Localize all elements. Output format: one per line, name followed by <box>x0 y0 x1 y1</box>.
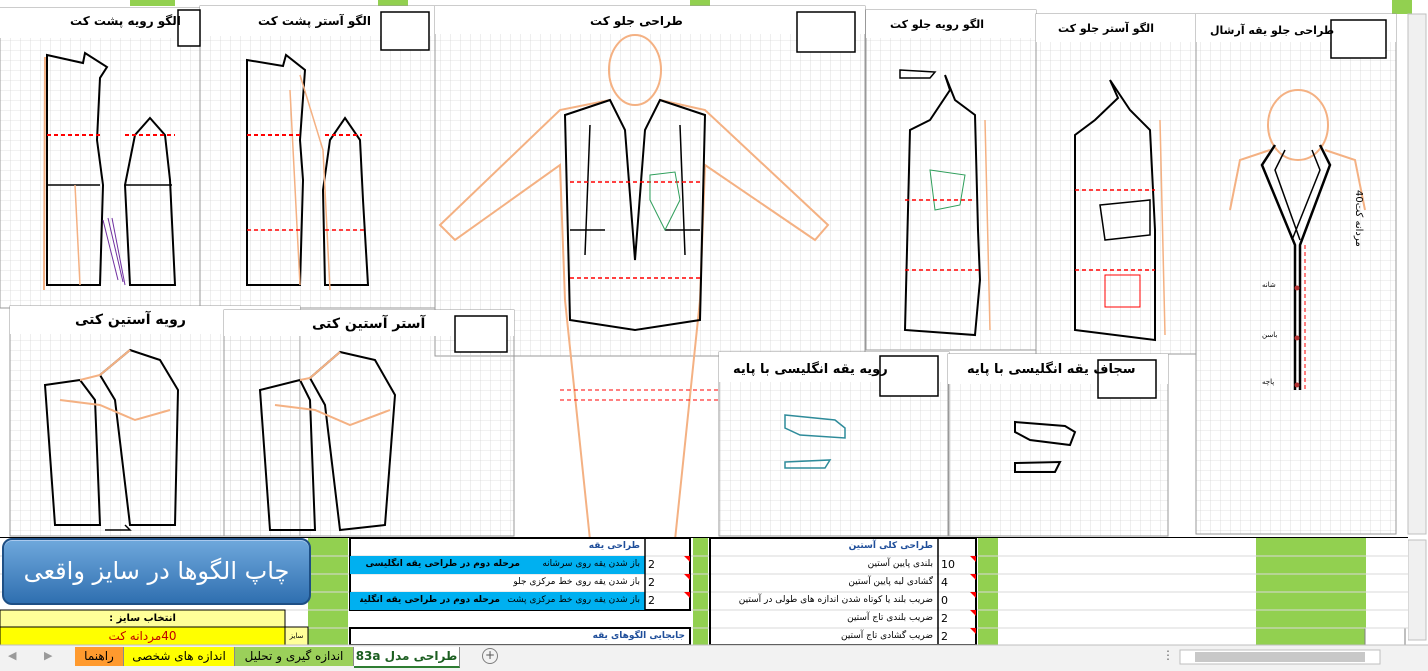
tab-more-icon[interactable]: ⋮ <box>1162 648 1174 662</box>
collar-table-footer: جابجایی الگوهای یقه <box>592 631 685 641</box>
shawl-mark-hem: پاچه <box>1262 378 1275 386</box>
monitor-logo-icon <box>177 9 201 47</box>
sleeve-row-3-label: ضریب بلند یا کوتاه شدن اندازه های طولی د… <box>738 595 933 605</box>
sleeve-lining-title: آستر آستین کتی <box>312 316 426 332</box>
add-sheet-icon[interactable]: + <box>482 648 498 664</box>
sleeve-row-5-label: ضریب گشادی تاج آستین <box>840 631 933 641</box>
shawl-collar-panel <box>1195 13 1397 535</box>
tab-design-model[interactable]: طراحی مدل 83a <box>354 647 460 668</box>
front-design-title: طراحی جلو کت <box>590 14 683 28</box>
print-real-size-button[interactable]: چاپ الگوها در سایز واقعی <box>2 538 311 605</box>
sleeve-row-1-label: بلندی پایین آستین <box>867 559 933 569</box>
size-selector-value[interactable]: 40مردانه کت <box>0 628 285 645</box>
sleeve-row-2-label: گشادی لبه پایین آستین <box>848 577 933 587</box>
sleeve-row-4-value[interactable]: 2 <box>941 610 948 627</box>
back-lining-title: الگو آستر پشت کت <box>258 14 372 28</box>
front-outer-panel <box>865 9 1037 351</box>
collar-interfacing-panel <box>947 353 1169 537</box>
collar-row-2-value[interactable]: 2 <box>648 574 655 591</box>
front-outer-title: الگو رویه جلو کت <box>890 18 985 31</box>
monitor-logo-icon <box>380 11 430 51</box>
vertical-scrollbar-top <box>1407 13 1427 535</box>
tab-scroll-right-icon[interactable]: ▶ <box>44 649 52 662</box>
vertical-scrollbar-bottom <box>1407 539 1427 641</box>
collar-row-3-value[interactable]: 2 <box>648 592 655 609</box>
collar-row-1-value[interactable]: 2 <box>648 556 655 573</box>
monitor-logo-icon <box>879 355 939 397</box>
collar-row-3-label: باز شدن یقه روی خط مرکزی پشت <box>507 595 640 605</box>
collar-outer-panel <box>718 351 950 537</box>
sleeve-row-1-value[interactable]: 10 <box>941 556 955 573</box>
shawl-collar-title: طراحی جلو یقه آرشال <box>1210 24 1335 37</box>
collar-row-1-note: مرحله دوم در طراحی یقه انگلیسی <box>365 559 520 569</box>
collar-outer-title: رویه یقه انگلیسی با پایه <box>733 362 888 377</box>
collar-interfacing-title: سجاف یقه انگلیسی با پایه <box>967 362 1136 377</box>
size-selector-heading: انتخاب سایز : <box>109 613 176 624</box>
front-lining-title: الگو آستر جلو کت <box>1058 22 1154 35</box>
shawl-mark-hip: باسن <box>1262 331 1278 339</box>
sleeve-table-header: طراحی کلی آستین <box>848 541 933 551</box>
collar-row-3-note: مرحله دوم در طراحی یقه انگلیسی <box>360 595 500 605</box>
collar-table-header: طراحی یقه <box>588 541 640 551</box>
tab-personal-measurements[interactable]: اندازه های شخصی <box>124 647 235 666</box>
collar-row-2-label: باز شدن یقه روی خط مرکزی جلو <box>513 577 640 587</box>
tab-measurement-analysis[interactable]: اندازه گیری و تحلیل <box>235 647 354 666</box>
tab-scroll-left-icon[interactable]: ◀ <box>8 649 16 662</box>
collar-row-1-label: باز شدن یقه روی سرشانه <box>542 559 640 569</box>
monitor-logo-icon <box>796 11 856 53</box>
sleeve-lining-panel <box>223 309 515 537</box>
front-lining-panel <box>1035 13 1197 355</box>
back-outer-title: الگو رویه پشت کت <box>70 14 181 28</box>
sleeve-row-4-label: ضریب بلندی تاج آستین <box>847 613 933 623</box>
monitor-logo-icon <box>1330 19 1387 59</box>
monitor-logo-icon <box>454 315 508 353</box>
back-outer-panel <box>0 7 201 309</box>
sleeve-outer-title: رویه آستین کتی <box>75 312 186 328</box>
tab-help[interactable]: راهنما <box>75 647 124 666</box>
sleeve-row-3-value[interactable]: 0 <box>941 592 948 609</box>
sleeve-row-2-value[interactable]: 4 <box>941 574 948 591</box>
sleeve-row-5-value[interactable]: 2 <box>941 628 948 645</box>
shawl-mark-shoulder: شانه <box>1262 281 1276 289</box>
shawl-size-label: 40مردانه کت <box>1353 190 1364 247</box>
back-lining-panel <box>199 5 436 309</box>
size-selector-side-label: سایز من <box>289 632 304 657</box>
